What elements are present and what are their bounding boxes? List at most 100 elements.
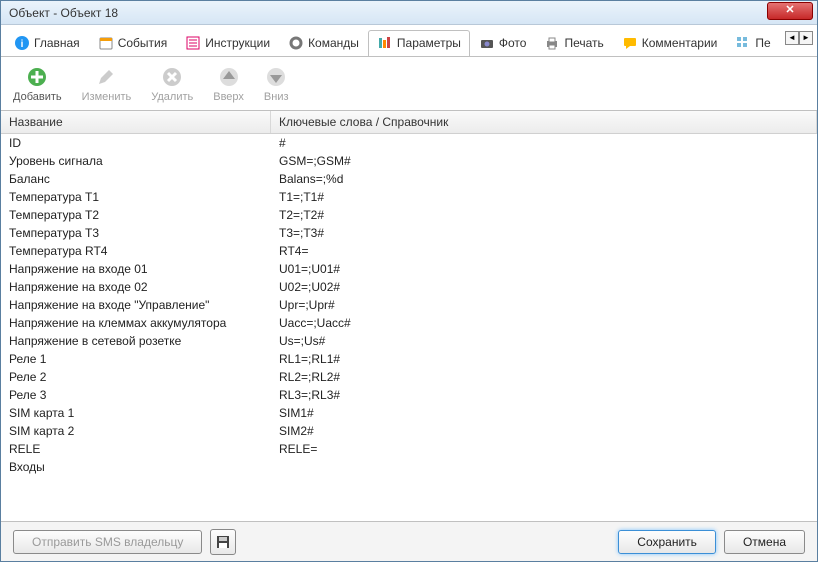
table-row[interactable]: Реле 3RL3=;RL3# [1,386,817,404]
tool-label: Изменить [82,91,132,103]
cell-name: Реле 1 [1,350,271,368]
tab-commands[interactable]: Команды [279,30,368,55]
svg-text:i: i [21,39,24,50]
cell-keys: Upr=;Upr# [271,296,817,314]
tab-comments[interactable]: Комментарии [613,30,727,55]
up-button[interactable]: Вверх [213,65,244,103]
cell-name: Реле 2 [1,368,271,386]
cell-keys: Balans=;%d [271,170,817,188]
tool-label: Удалить [151,91,193,103]
cell-name: Напряжение на входе "Управление" [1,296,271,314]
tab-main[interactable]: i Главная [5,30,89,55]
tab-scroll-right[interactable]: ► [799,31,813,45]
delete-icon [160,65,184,89]
tab-label: Главная [34,36,80,50]
tab-label: События [118,36,168,50]
tool-label: Вверх [213,91,244,103]
cell-name: Напряжение на клеммах аккумулятора [1,314,271,332]
down-button[interactable]: Вниз [264,65,289,103]
table-row[interactable]: Напряжение на входе 01U01=;U01# [1,260,817,278]
grid-body: ID#Уровень сигналаGSM=;GSM#БалансBalans=… [1,134,817,476]
cell-keys: RL1=;RL1# [271,350,817,368]
table-row[interactable]: Напряжение на входе "Управление"Upr=;Upr… [1,296,817,314]
tab-print[interactable]: Печать [535,30,612,55]
tab-events[interactable]: События [89,30,177,55]
edit-button[interactable]: Изменить [82,65,132,103]
cell-name: Температура T1 [1,188,271,206]
titlebar: Объект - Объект 18 ✕ [1,1,817,25]
cell-keys: # [271,134,817,152]
cell-keys: RL2=;RL2# [271,368,817,386]
cell-keys: SIM1# [271,404,817,422]
grid-icon [735,35,751,51]
tab-label: Параметры [397,36,461,50]
tab-photo[interactable]: Фото [470,30,536,55]
close-button[interactable]: ✕ [767,2,813,20]
table-row[interactable]: ID# [1,134,817,152]
table-row[interactable]: Напряжение на клеммах аккумулятораUacc=;… [1,314,817,332]
tab-label: Инструкции [205,36,270,50]
grid: Название Ключевые слова / Справочник ID#… [1,111,817,521]
grid-header: Название Ключевые слова / Справочник [1,111,817,134]
cell-keys: RL3=;RL3# [271,386,817,404]
tab-label: Комментарии [642,36,718,50]
list-icon [185,35,201,51]
add-button[interactable]: Добавить [13,65,62,103]
delete-button[interactable]: Удалить [151,65,193,103]
tab-parameters[interactable]: Параметры [368,30,470,56]
cell-keys: T3=;T3# [271,224,817,242]
app-window: Объект - Объект 18 ✕ i Главная События И… [0,0,818,562]
footer: Отправить SMS владельцу Сохранить Отмена [1,521,817,561]
save-button[interactable]: Сохранить [618,530,716,554]
table-row[interactable]: SIM карта 1SIM1# [1,404,817,422]
table-row[interactable]: Напряжение на входе 02U02=;U02# [1,278,817,296]
tab-instructions[interactable]: Инструкции [176,30,279,55]
cell-keys: U01=;U01# [271,260,817,278]
table-row[interactable]: Входы [1,458,817,476]
column-header-name[interactable]: Название [1,111,271,133]
cell-name: Напряжение в сетевой розетке [1,332,271,350]
send-sms-button[interactable]: Отправить SMS владельцу [13,530,202,554]
comment-icon [622,35,638,51]
cell-keys: GSM=;GSM# [271,152,817,170]
tab-label: Печать [564,36,603,50]
camera-icon [479,35,495,51]
tab-more[interactable]: Пе [726,30,773,55]
cell-name: Температура RT4 [1,242,271,260]
tab-scroll: ◄ ► [785,31,813,45]
tab-label: Пе [755,36,770,50]
tab-scroll-left[interactable]: ◄ [785,31,799,45]
cell-keys: RELE= [271,440,817,458]
tab-label: Команды [308,36,359,50]
table-row[interactable]: Температура T3T3=;T3# [1,224,817,242]
sliders-icon [377,35,393,51]
tool-label: Вниз [264,91,289,103]
cell-name: Напряжение на входе 02 [1,278,271,296]
table-row[interactable]: Температура T2T2=;T2# [1,206,817,224]
table-row[interactable]: Уровень сигналаGSM=;GSM# [1,152,817,170]
cancel-button[interactable]: Отмена [724,530,805,554]
calendar-icon [98,35,114,51]
printer-icon [544,35,560,51]
tool-label: Добавить [13,91,62,103]
table-row[interactable]: Реле 1RL1=;RL1# [1,350,817,368]
save-disk-button[interactable] [210,529,236,555]
cell-name: Температура T3 [1,224,271,242]
table-row[interactable]: Температура RT4RT4= [1,242,817,260]
cell-keys: RT4= [271,242,817,260]
table-row[interactable]: БалансBalans=;%d [1,170,817,188]
table-row[interactable]: Реле 2RL2=;RL2# [1,368,817,386]
tab-label: Фото [499,36,527,50]
cell-name: Баланс [1,170,271,188]
cell-name: SIM карта 1 [1,404,271,422]
table-row[interactable]: SIM карта 2SIM2# [1,422,817,440]
toolbar: Добавить Изменить Удалить Вверх Вниз [1,57,817,111]
table-row[interactable]: RELERELE= [1,440,817,458]
window-title: Объект - Объект 18 [9,6,767,20]
table-row[interactable]: Температура T1T1=;T1# [1,188,817,206]
column-header-keys[interactable]: Ключевые слова / Справочник [271,111,817,133]
cell-keys: T2=;T2# [271,206,817,224]
cell-keys: Us=;Us# [271,332,817,350]
table-row[interactable]: Напряжение в сетевой розеткеUs=;Us# [1,332,817,350]
cell-keys: SIM2# [271,422,817,440]
